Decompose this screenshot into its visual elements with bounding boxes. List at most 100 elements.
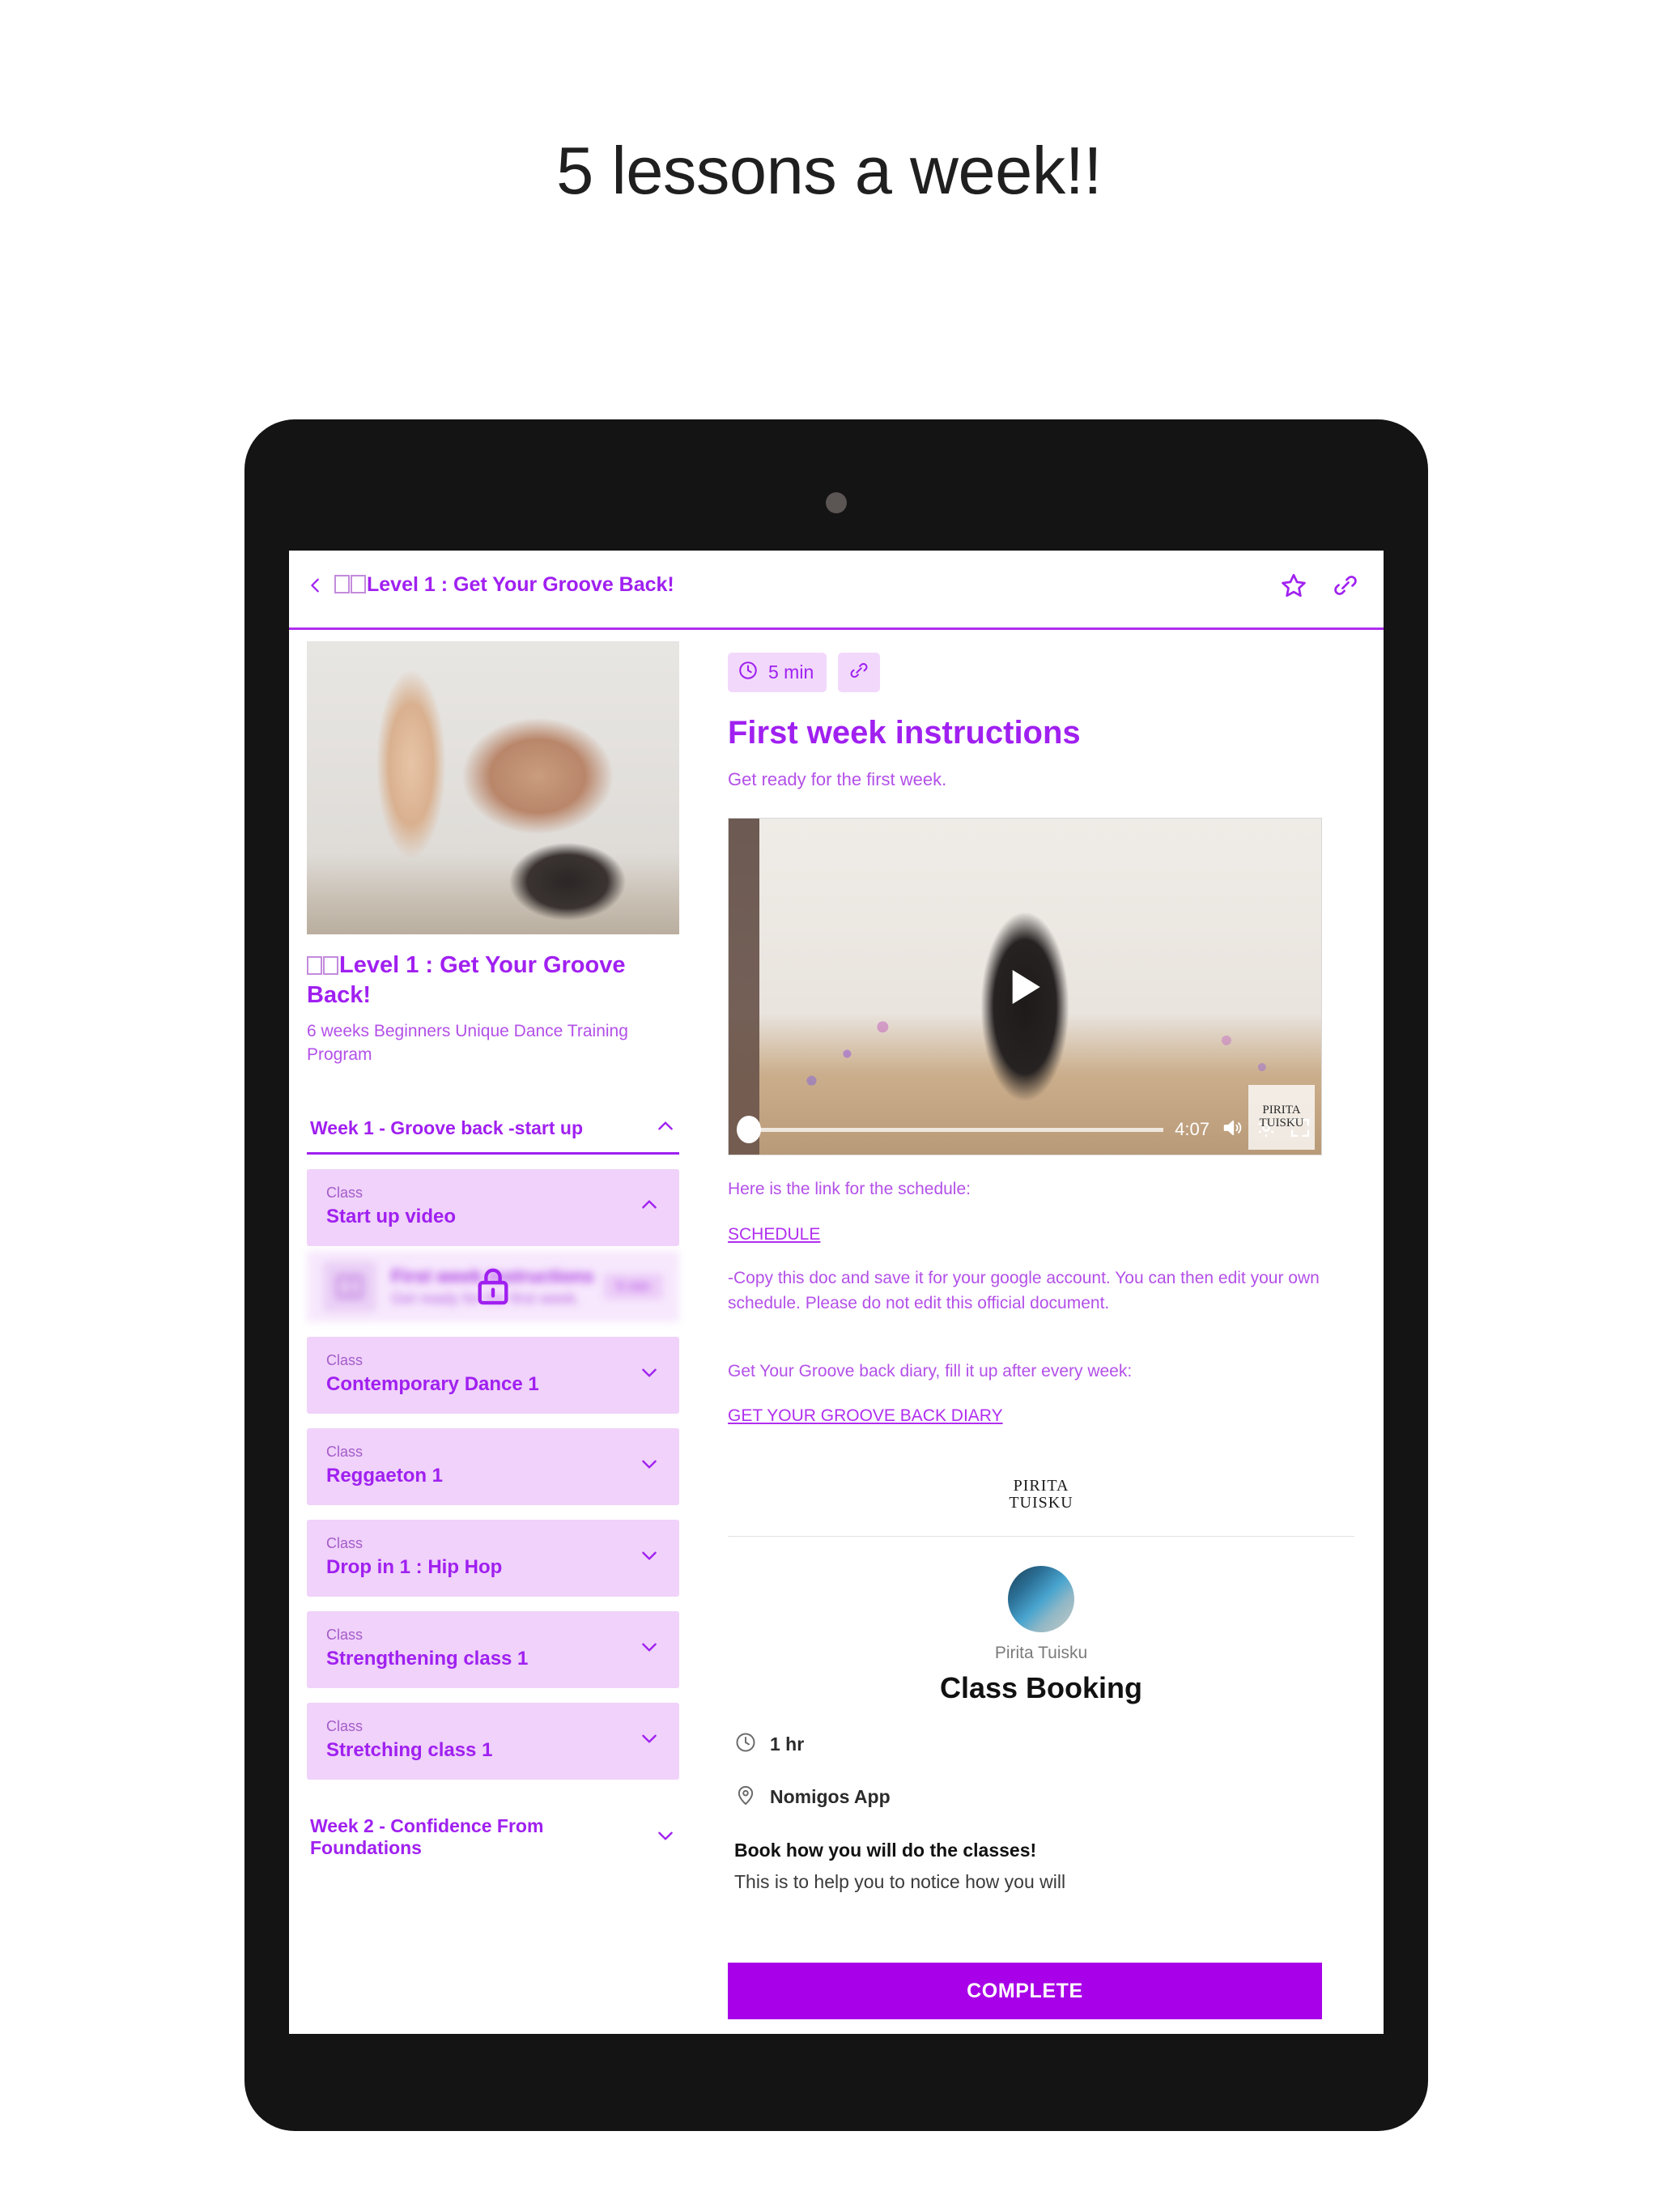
class-card-texts: Class Strengthening class 1 <box>326 1627 528 1670</box>
class-card-kicker: Class <box>326 1444 363 1461</box>
marketing-headline: 5 lessons a week!! <box>556 133 1102 208</box>
class-card-kicker: Class <box>326 1535 363 1552</box>
class-card-kicker: Class <box>326 1352 363 1369</box>
section-label: Week 1 - Groove back -start up <box>310 1117 584 1139</box>
booking-duration-value: 1 hr <box>770 1733 805 1755</box>
book-icon <box>323 1261 376 1312</box>
brand-line-2: TUISKU <box>1009 1494 1073 1512</box>
volume-icon[interactable] <box>1221 1117 1244 1143</box>
class-card-start-up-video[interactable]: Class Start up video <box>307 1169 679 1247</box>
course-title: Level 1 : Get Your Groove Back! <box>307 951 679 1010</box>
booking-host-name: Pirita Tuisku <box>994 1644 1088 1662</box>
lesson-title: First week instructions <box>728 715 1081 751</box>
class-card-texts: Class Stretching class 1 <box>326 1718 492 1762</box>
class-card-texts: Class Reggaeton 1 <box>326 1444 443 1487</box>
booking-body-truncated: This is to help you to notice how you wi… <box>734 1871 1066 1892</box>
duration-chip: 5 min <box>728 653 827 692</box>
back-chevron-icon[interactable] <box>307 576 325 594</box>
booking-duration-row: 1 hr <box>728 1731 1354 1758</box>
clock-icon <box>738 660 759 685</box>
class-card-name: Drop in 1 : Hip Hop <box>326 1556 503 1579</box>
complete-button[interactable]: COMPLETE <box>728 1963 1322 2019</box>
class-card-strengthening-class-1[interactable]: Class Strengthening class 1 <box>307 1611 679 1689</box>
class-card-stretching-class-1[interactable]: Class Stretching class 1 <box>307 1703 679 1780</box>
lesson-detail-pane: 5 min First week instructions Get ready … <box>697 630 1384 2034</box>
schedule-note-text: -Copy this doc and save it for your goog… <box>728 1268 1320 1313</box>
lesson-subtitle: Get ready for the first week. <box>728 769 947 789</box>
link-icon <box>848 660 869 685</box>
diary-link[interactable]: GET YOUR GROOVE BACK DIARY <box>728 1406 1003 1426</box>
section-label: Week 2 - Confidence From Foundations <box>310 1815 544 1859</box>
map-pin-icon <box>734 1784 757 1810</box>
content-split: Level 1 : Get Your Groove Back! 6 weeks … <box>289 630 1384 2034</box>
course-sidebar[interactable]: Level 1 : Get Your Groove Back! 6 weeks … <box>289 630 697 2034</box>
course-title-text: Level 1 : Get Your Groove Back! <box>307 952 626 1009</box>
class-card-name: Strengthening class 1 <box>326 1648 529 1670</box>
page-root: 5 lessons a week!! Level 1 : Get Your Gr… <box>0 0 1658 2212</box>
star-icon[interactable] <box>1280 572 1307 599</box>
chevron-down-icon[interactable] <box>639 1545 660 1570</box>
emoji-placeholder-icon <box>307 956 322 975</box>
tablet-screen: Level 1 : Get Your Groove Back! Level 1 <box>289 551 1384 2034</box>
section-header-week-2[interactable]: Week 2 - Confidence From Foundations <box>307 1794 679 1864</box>
booking-title: Class Booking <box>939 1671 1143 1704</box>
brand-line-1: PIRITA <box>1013 1477 1069 1495</box>
front-camera-dot <box>826 492 847 513</box>
class-card-texts: Class Start up video <box>326 1185 456 1228</box>
app-top-bar: Level 1 : Get Your Groove Back! <box>289 551 1384 630</box>
brand-logo: PIRITA TUISKU <box>728 1478 1354 1512</box>
chevron-up-icon[interactable] <box>655 1116 676 1141</box>
lesson-meta-chips: 5 min <box>728 653 1354 692</box>
video-controls[interactable]: 4:07 <box>729 1111 1321 1148</box>
watermark-line-2: TUISKU <box>1259 1117 1304 1129</box>
video-duration: 4:07 <box>1175 1119 1209 1139</box>
emoji-placeholder-icon <box>334 575 350 593</box>
class-card-drop-in-1-hip-hop[interactable]: Class Drop in 1 : Hip Hop <box>307 1520 679 1597</box>
clock-icon <box>734 1731 757 1758</box>
video-frame-decor <box>729 819 759 1155</box>
video-player[interactable]: 4:07 PIRITA TUISKU <box>728 818 1322 1155</box>
class-card-contemporary-dance-1[interactable]: Class Contemporary Dance 1 <box>307 1337 679 1414</box>
chevron-down-icon[interactable] <box>639 1362 660 1387</box>
locked-lesson-row-wrapper[interactable]: First week instructions Get ready for th… <box>307 1251 679 1323</box>
class-card-texts: Class Drop in 1 : Hip Hop <box>326 1535 502 1579</box>
class-card-kicker: Class <box>326 1718 363 1735</box>
video-watermark: PIRITA TUISKU <box>1248 1085 1315 1150</box>
class-card-reggaeton-1[interactable]: Class Reggaeton 1 <box>307 1428 679 1506</box>
divider <box>728 1536 1354 1537</box>
appbar-left-group: Level 1 : Get Your Groove Back! <box>307 573 674 597</box>
link-icon[interactable] <box>1332 572 1359 599</box>
duration-chip-label: 5 min <box>768 661 814 683</box>
chevron-down-icon[interactable] <box>639 1636 660 1661</box>
appbar-title-text: Level 1 : Get Your Groove Back! <box>367 573 674 596</box>
class-card-kicker: Class <box>326 1185 363 1202</box>
lesson-link-chip[interactable] <box>838 653 881 692</box>
emoji-placeholder-icon <box>323 956 338 975</box>
video-scrubber[interactable] <box>737 1116 1164 1143</box>
diary-intro-text: Get Your Groove back diary, fill it up a… <box>728 1361 1133 1380</box>
chevron-down-icon[interactable] <box>639 1728 660 1753</box>
chevron-up-icon[interactable] <box>639 1194 660 1219</box>
class-card-name: Start up video <box>326 1206 457 1228</box>
play-icon[interactable] <box>1012 969 1040 1004</box>
class-card-kicker: Class <box>326 1627 363 1644</box>
chevron-down-icon[interactable] <box>639 1453 660 1478</box>
booking-heading: Book how you will do the classes! <box>734 1840 1037 1861</box>
avatar <box>1008 1566 1074 1632</box>
course-hero-image <box>307 641 679 934</box>
chevron-down-icon[interactable] <box>655 1825 676 1850</box>
class-card-name: Reggaeton 1 <box>326 1465 444 1487</box>
lock-icon <box>474 1266 512 1307</box>
schedule-intro-text: Here is the link for the schedule: <box>728 1180 971 1198</box>
section-header-week-1[interactable]: Week 1 - Groove back -start up <box>307 1095 679 1155</box>
schedule-link[interactable]: SCHEDULE <box>728 1225 820 1244</box>
course-subtitle: 6 weeks Beginners Unique Dance Training … <box>307 1022 628 1065</box>
class-card-name: Stretching class 1 <box>326 1739 493 1762</box>
class-card-name: Contemporary Dance 1 <box>326 1373 539 1396</box>
video-scrubber-knob[interactable] <box>737 1116 761 1143</box>
tablet-device-frame: Level 1 : Get Your Groove Back! Level 1 <box>244 419 1428 2131</box>
watermark-line-1: PIRITA <box>1262 1104 1301 1117</box>
class-card-texts: Class Contemporary Dance 1 <box>326 1352 539 1396</box>
emoji-placeholder-icon <box>351 575 366 593</box>
